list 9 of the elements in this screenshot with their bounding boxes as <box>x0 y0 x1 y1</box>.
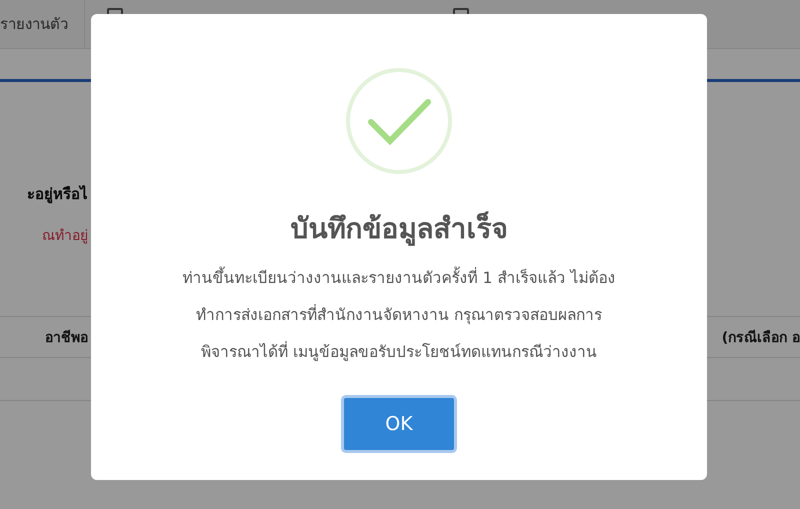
dialog-message: ท่านขึ้นทะเบียนว่างงานและรายงานตัวครั้งที่ 1 สำเร็จแล้ว ไม่ต้อง ทำการส่งเอกสารที่สำนักงานจัดหางาน กรุณาตรวจสอบผลการ พิจารณาได้ที่ เมนูข้อมูลขอรับประโยชน์ทดแทนกรณีว่างงาน <box>99 260 699 371</box>
column-header: อาชีพอ <box>44 328 88 348</box>
column-header: (กรณีเลือก อ <box>722 328 800 348</box>
dialog-title: บันทึกข้อมูลสำเร็จ <box>290 210 508 248</box>
tab-label[interactable]: รายงานตัว <box>0 0 85 48</box>
question-text: ะอยู่หรือไ <box>27 184 88 206</box>
note-text: ณทำอยู่ <box>42 227 88 246</box>
ok-button[interactable]: OK <box>341 395 457 453</box>
success-check-icon <box>344 66 454 176</box>
